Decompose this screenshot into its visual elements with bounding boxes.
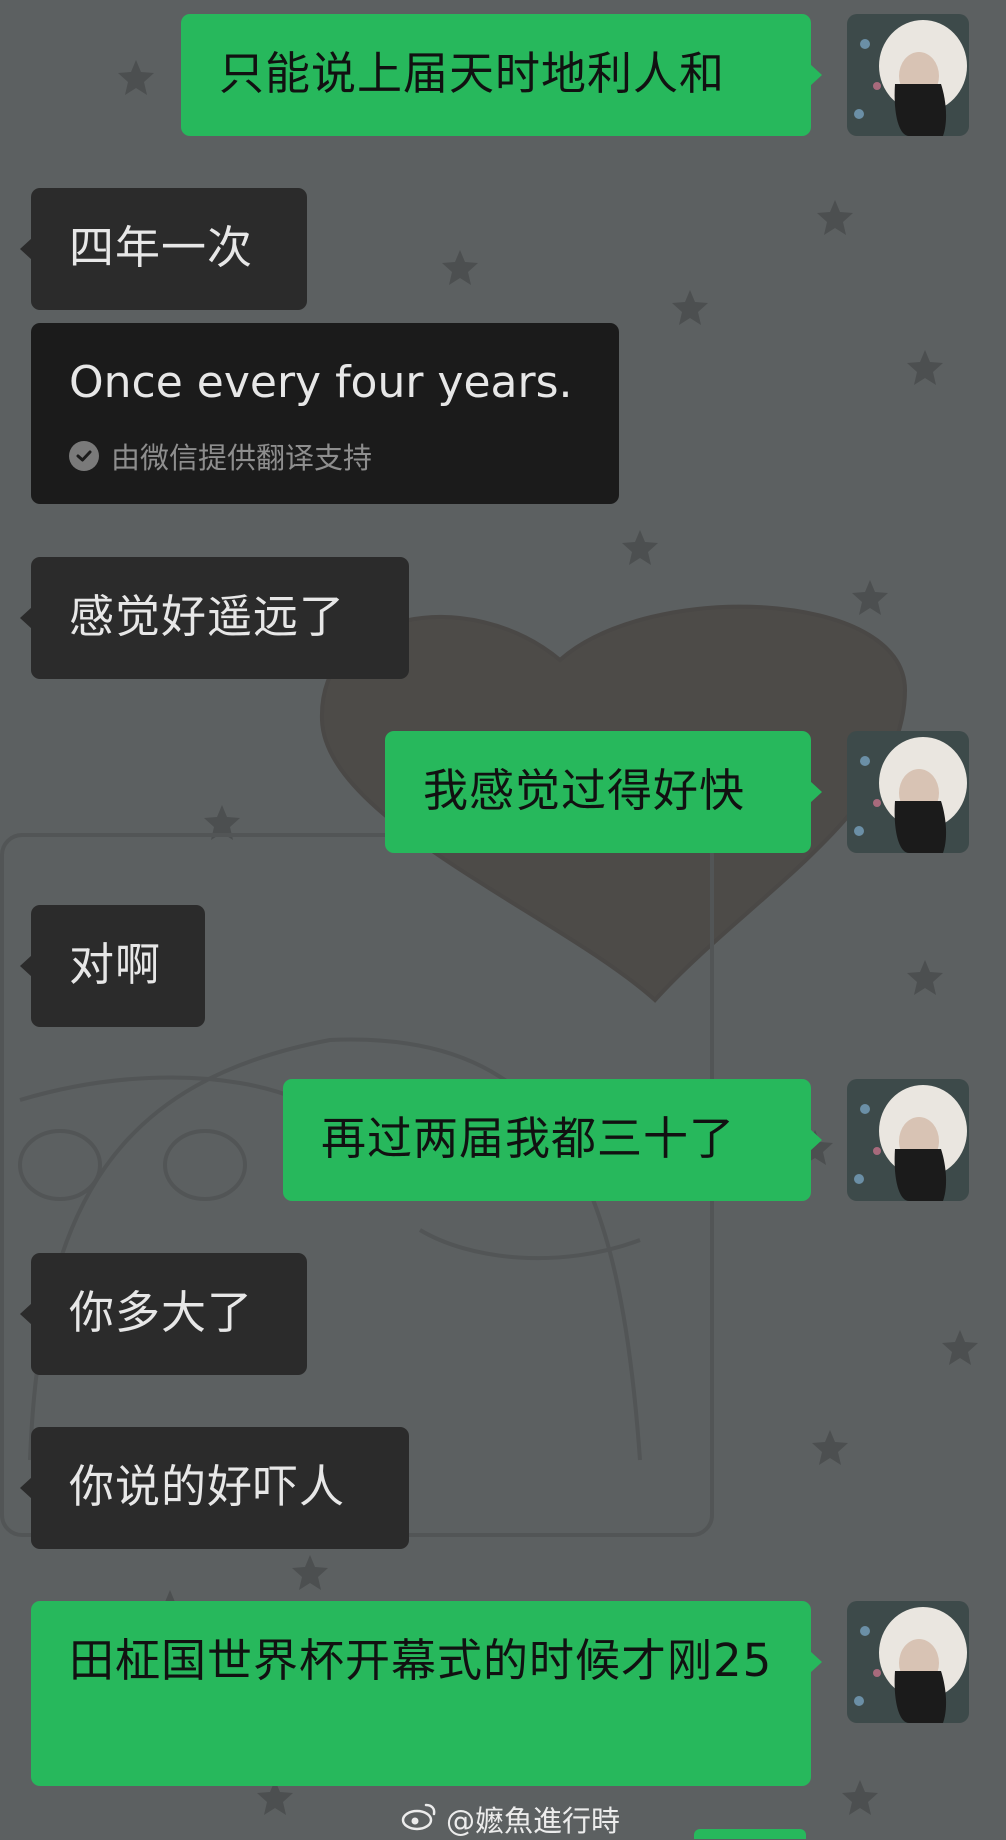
bubble-tail	[20, 955, 32, 977]
bubble-tail	[810, 1129, 822, 1151]
bubble-tail	[810, 64, 822, 86]
message-text: 我感觉过得好快	[423, 764, 746, 817]
message-bubble-outgoing[interactable]: 再过两届我都三十了	[283, 1079, 822, 1201]
watermark-text: @嬷魚進行時	[446, 1804, 621, 1838]
message-text: 再过两届我都三十了	[321, 1112, 736, 1165]
message-text: 你多大了	[69, 1286, 254, 1339]
bubble-tail	[20, 1303, 32, 1325]
translated-text: Once every four years.	[69, 357, 573, 408]
avatar-image	[847, 1079, 969, 1201]
message-bubble-incoming[interactable]: 四年一次	[20, 188, 307, 310]
check-icon	[69, 441, 99, 471]
user-avatar-icon[interactable]	[847, 1601, 969, 1723]
avatar-image	[847, 731, 969, 853]
message-text: 四年一次	[69, 221, 254, 274]
bubble-tail	[810, 781, 822, 803]
message-text: 你说的好吓人	[69, 1460, 346, 1513]
message-bubble-incoming[interactable]: 你多大了	[20, 1253, 307, 1375]
message-text: 对啊	[69, 938, 162, 991]
user-avatar-icon[interactable]	[847, 14, 969, 136]
message-bubble-incoming[interactable]: 感觉好遥远了	[20, 557, 409, 679]
translation-bubble[interactable]: Once every four years. 由微信提供翻译支持	[31, 323, 619, 504]
next-message-bubble-edge	[694, 1829, 806, 1839]
bubble-tail	[810, 1651, 822, 1673]
translation-credit: 由微信提供翻译支持	[69, 435, 372, 477]
user-avatar-icon[interactable]	[847, 1079, 969, 1201]
weibo-watermark: @嬷魚進行時	[400, 1798, 620, 1840]
message-bubble-outgoing[interactable]: 田柾国世界杯开幕式的时候才刚25	[31, 1601, 822, 1786]
message-text: 感觉好遥远了	[69, 590, 346, 643]
bubble-tail	[20, 238, 32, 260]
user-avatar-icon[interactable]	[847, 731, 969, 853]
message-bubble-incoming[interactable]: 对啊	[20, 905, 205, 1027]
message-bubble-outgoing[interactable]: 只能说上届天时地利人和	[181, 14, 822, 136]
avatar-image	[847, 14, 969, 136]
bubble-tail	[20, 1477, 32, 1499]
message-text: 田柾国世界杯开幕式的时候才刚25	[69, 1634, 773, 1687]
message-text: 只能说上届天时地利人和	[219, 47, 726, 100]
message-bubble-incoming[interactable]: 你说的好吓人	[20, 1427, 409, 1549]
weibo-icon	[400, 1801, 438, 1838]
bubble-tail	[20, 607, 32, 629]
translation-credit-label: 由微信提供翻译支持	[111, 441, 373, 475]
message-bubble-outgoing[interactable]: 我感觉过得好快	[385, 731, 822, 853]
avatar-image	[847, 1601, 969, 1723]
